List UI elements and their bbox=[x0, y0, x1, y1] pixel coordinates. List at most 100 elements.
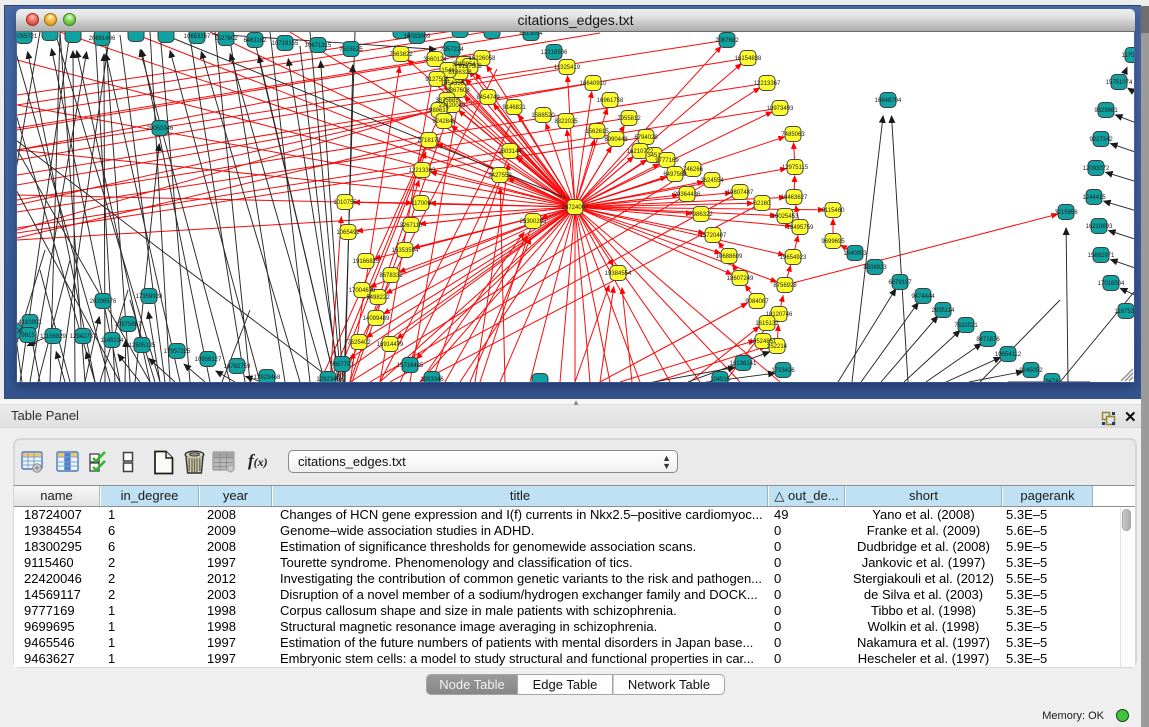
svg-text:19384554: 19384554 bbox=[605, 271, 632, 277]
svg-text:252214: 252214 bbox=[767, 344, 788, 350]
svg-text:16648794: 16648794 bbox=[875, 98, 902, 104]
svg-text:12218506: 12218506 bbox=[541, 50, 568, 56]
svg-text:7663822: 7663822 bbox=[389, 52, 413, 58]
svg-text:17004678: 17004678 bbox=[349, 288, 376, 294]
svg-text:2718170: 2718170 bbox=[417, 138, 441, 144]
svg-text:9657791: 9657791 bbox=[330, 362, 354, 368]
svg-text:8990448: 8990448 bbox=[604, 137, 628, 143]
svg-text:9245052: 9245052 bbox=[1019, 368, 1043, 374]
svg-text:12505135: 12505135 bbox=[129, 343, 156, 349]
svg-text:14099489: 14099489 bbox=[363, 316, 390, 322]
svg-text:14055721: 14055721 bbox=[17, 34, 38, 40]
svg-text:18724007: 18724007 bbox=[562, 205, 589, 211]
svg-text:10653267: 10653267 bbox=[184, 34, 211, 40]
svg-text:9474444: 9474444 bbox=[911, 294, 935, 300]
svg-text:15692971: 15692971 bbox=[1088, 253, 1115, 259]
svg-text:10807487: 10807487 bbox=[727, 190, 754, 196]
svg-text:7515525: 7515525 bbox=[339, 47, 363, 53]
svg-text:10671315: 10671315 bbox=[305, 43, 332, 49]
svg-text:20691406: 20691406 bbox=[89, 36, 116, 42]
svg-text:16961758: 16961758 bbox=[597, 98, 624, 104]
svg-text:15720407: 15720407 bbox=[700, 233, 727, 239]
svg-text:20364436: 20364436 bbox=[674, 192, 701, 198]
svg-text:1065492: 1065492 bbox=[336, 230, 360, 236]
svg-text:3215956: 3215956 bbox=[1054, 210, 1078, 216]
svg-text:2935114: 2935114 bbox=[932, 308, 956, 314]
svg-text:15226058: 15226058 bbox=[469, 56, 496, 62]
svg-text:19166825: 19166825 bbox=[353, 259, 380, 265]
svg-text:6461162: 6461162 bbox=[244, 38, 268, 44]
svg-text:17957225: 17957225 bbox=[164, 349, 191, 355]
svg-text:104515: 104515 bbox=[710, 377, 731, 382]
svg-text:1093346: 1093346 bbox=[420, 377, 444, 382]
svg-text:9427552: 9427552 bbox=[488, 173, 512, 179]
svg-text:17016504: 17016504 bbox=[1098, 281, 1125, 287]
svg-text:10958127: 10958127 bbox=[195, 357, 222, 363]
svg-text:12213367: 12213367 bbox=[754, 81, 781, 87]
svg-text:12093372: 12093372 bbox=[1083, 166, 1110, 172]
svg-text:5498222: 5498222 bbox=[366, 295, 390, 301]
svg-text:9777169: 9777169 bbox=[655, 158, 679, 164]
svg-text:9227342: 9227342 bbox=[1089, 137, 1113, 143]
svg-text:1244415: 1244415 bbox=[1082, 195, 1106, 201]
svg-text:117006: 117006 bbox=[411, 201, 431, 207]
svg-text:10973493: 10973493 bbox=[767, 106, 794, 112]
svg-text:10654112: 10654112 bbox=[995, 352, 1022, 358]
svg-text:9915: 9915 bbox=[21, 333, 35, 339]
svg-text:9329961: 9329961 bbox=[1094, 108, 1118, 114]
svg-text:18607249: 18607249 bbox=[727, 276, 754, 282]
svg-text:2087682: 2087682 bbox=[715, 38, 739, 44]
svg-text:1145134: 1145134 bbox=[101, 338, 125, 344]
svg-text:12942737: 12942737 bbox=[70, 334, 97, 340]
svg-text:8813054: 8813054 bbox=[519, 32, 543, 37]
svg-text:8938923: 8938923 bbox=[863, 265, 887, 271]
svg-text:1010755: 1010755 bbox=[333, 200, 357, 206]
svg-text:2803144: 2803144 bbox=[498, 149, 522, 155]
svg-text:3660124: 3660124 bbox=[423, 57, 447, 63]
svg-text:9699695: 9699695 bbox=[821, 239, 845, 245]
svg-text:26206576: 26206576 bbox=[90, 299, 117, 305]
svg-text:1167533: 1167533 bbox=[1115, 309, 1134, 315]
svg-text:16640910: 16640910 bbox=[580, 81, 607, 87]
svg-text:9115460: 9115460 bbox=[822, 208, 846, 214]
svg-text:15353594: 15353594 bbox=[392, 248, 419, 254]
svg-text:11325419: 11325419 bbox=[554, 65, 581, 71]
svg-text:17359928: 17359928 bbox=[136, 294, 163, 300]
svg-text:6497568: 6497568 bbox=[663, 172, 687, 178]
svg-text:10120746: 10120746 bbox=[766, 312, 793, 318]
svg-text:16136141: 16136141 bbox=[730, 361, 757, 367]
svg-text:7485063: 7485063 bbox=[781, 132, 805, 138]
svg-text:3267110: 3267110 bbox=[400, 223, 424, 229]
svg-text:7357224: 7357224 bbox=[440, 47, 464, 53]
svg-text:10463627: 10463627 bbox=[781, 195, 808, 201]
svg-text:7955812: 7955812 bbox=[617, 116, 641, 122]
svg-text:7625402: 7625402 bbox=[347, 340, 371, 346]
svg-text:7986322: 7986322 bbox=[689, 212, 713, 218]
svg-text:11156829: 11156829 bbox=[40, 334, 66, 340]
svg-text:25300203: 25300203 bbox=[520, 219, 547, 225]
svg-text:8454749: 8454749 bbox=[476, 95, 500, 101]
svg-text:20053346: 20053346 bbox=[147, 126, 174, 132]
svg-text:9242848: 9242848 bbox=[432, 119, 456, 125]
svg-text:15716485: 15716485 bbox=[397, 363, 424, 369]
svg-text:16033809: 16033809 bbox=[404, 34, 431, 40]
svg-text:12213363: 12213363 bbox=[409, 168, 436, 174]
svg-text:16154838: 16154838 bbox=[735, 56, 762, 62]
svg-text:10688609: 10688609 bbox=[716, 254, 743, 260]
svg-text:10719155: 10719155 bbox=[272, 41, 299, 47]
svg-text:12923468: 12923468 bbox=[254, 375, 281, 381]
svg-text:10975887: 10975887 bbox=[115, 322, 142, 328]
svg-text:2367608: 2367608 bbox=[446, 88, 470, 94]
svg-text:12975115: 12975115 bbox=[782, 165, 809, 171]
svg-text:8471676: 8471676 bbox=[976, 337, 1000, 343]
svg-text:8756928: 8756928 bbox=[773, 283, 797, 289]
svg-text:1615132: 1615132 bbox=[755, 321, 779, 327]
svg-text:6794028: 6794028 bbox=[634, 135, 658, 141]
svg-text:3624554: 3624554 bbox=[700, 178, 724, 184]
svg-text:989617: 989617 bbox=[429, 108, 450, 114]
svg-text:8678332: 8678332 bbox=[379, 273, 403, 279]
svg-text:1588520: 1588520 bbox=[531, 113, 555, 119]
svg-text:9146821: 9146821 bbox=[502, 105, 526, 111]
svg-text:1733426: 1733426 bbox=[771, 368, 795, 374]
svg-text:15751074: 15751074 bbox=[1106, 80, 1133, 86]
